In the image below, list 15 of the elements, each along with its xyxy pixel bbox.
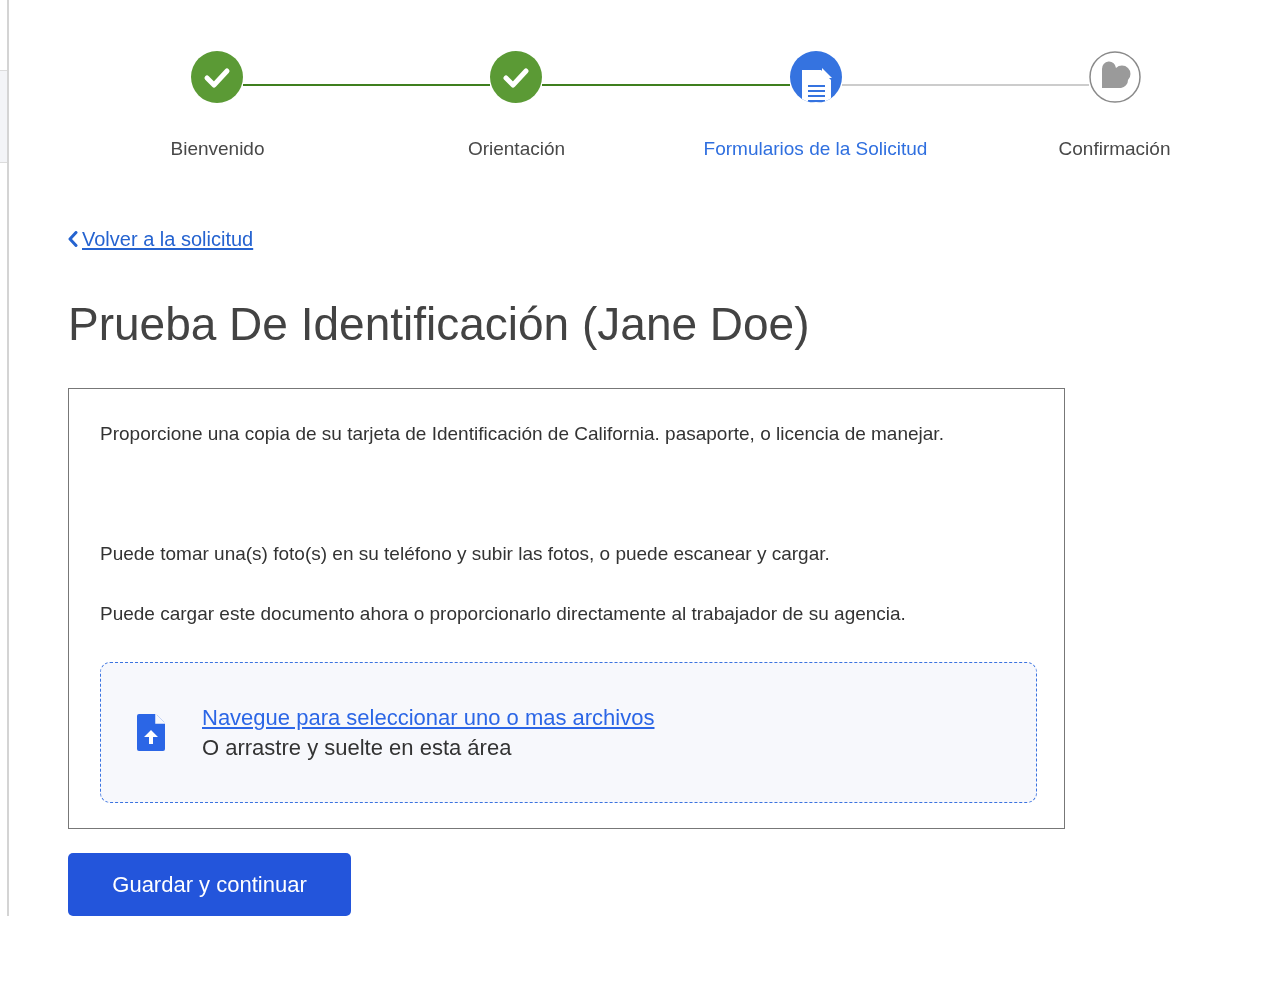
browse-files-link[interactable]: Navegue para seleccionar uno o mas archivos <box>202 702 655 733</box>
instruction-text: Proporcione una copia de su tarjeta de Identificación de California. pasaporte, o licencia de manejar. <box>100 422 945 446</box>
save-continue-button[interactable]: Guardar y continuar <box>68 853 351 916</box>
step-label: Orientación <box>467 137 566 161</box>
step-label: Formularios de la Solicitud <box>703 137 928 161</box>
drag-drop-hint: O arrastre y suelte en esta área <box>202 733 513 762</box>
file-drop-zone[interactable]: Navegue para seleccionar uno o mas archivos O arrastre y suelte en esta área <box>100 662 1037 803</box>
chevron-left-icon <box>68 231 78 247</box>
file-upload-icon <box>137 714 165 751</box>
step-label: Bienvenido <box>170 137 265 161</box>
back-link[interactable]: Volver a la solicitud <box>68 226 254 252</box>
page-title: Prueba De Identificación (Jane Doe) <box>68 297 810 352</box>
instruction-text: Puede cargar este documento ahora o proporcionarlo directamente al trabajador de su agencia. <box>100 602 907 626</box>
step-label: Confirmación <box>1058 137 1171 161</box>
instruction-text: Puede tomar una(s) foto(s) en su teléfono y subir las fotos, o puede escanear y cargar. <box>100 542 831 566</box>
